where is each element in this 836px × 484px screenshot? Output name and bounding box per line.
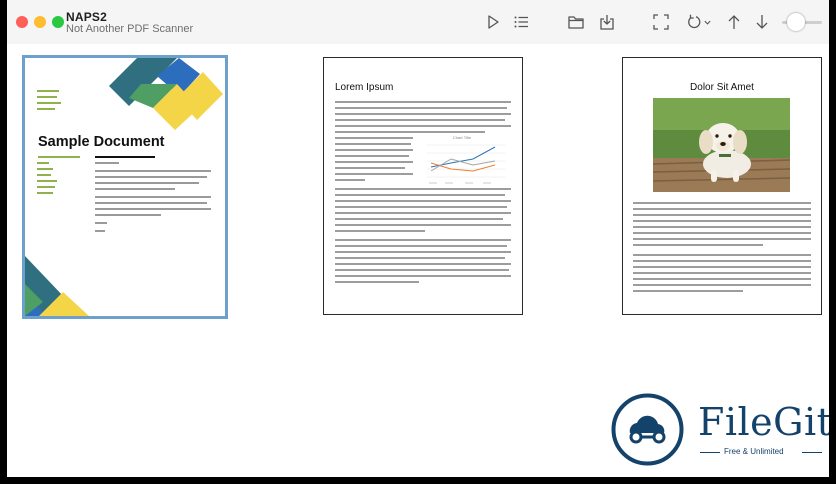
open-button[interactable] — [565, 11, 587, 33]
folder-icon — [568, 16, 584, 29]
watermark-name: FileGit — [698, 400, 829, 444]
filegit-watermark: FileGit Free & Unlimited — [610, 392, 829, 467]
page-2-chart-title: Chart Title — [453, 135, 472, 140]
import-button[interactable] — [596, 11, 618, 33]
watermark-tagline: Free & Unlimited — [724, 447, 784, 456]
crop-button[interactable] — [650, 11, 672, 33]
filegit-logo-icon — [611, 393, 684, 466]
play-icon — [488, 15, 499, 29]
chevron-down-icon — [703, 20, 711, 25]
puppy-photo — [653, 98, 790, 192]
app-subtitle: Not Another PDF Scanner — [66, 23, 194, 35]
zoom-slider-knob[interactable] — [787, 13, 805, 31]
download-tray-icon — [600, 15, 614, 30]
arrow-down-icon — [756, 15, 768, 29]
app-title: NAPS2 — [66, 10, 108, 24]
scan-button[interactable] — [482, 11, 504, 33]
page-1-title: Sample Document — [38, 134, 165, 150]
page-2-chart: Chart Title — [427, 135, 505, 184]
page-thumbnail-3[interactable]: Dolor Sit Amet — [622, 57, 822, 315]
list-icon — [514, 16, 528, 28]
page-2-title: Lorem Ipsum — [335, 82, 394, 93]
page-3-title: Dolor Sit Amet — [690, 82, 754, 93]
titlebar: NAPS2 Not Another PDF Scanner — [7, 0, 829, 44]
crop-icon — [653, 14, 669, 30]
rotate-menu-button[interactable] — [700, 11, 714, 33]
page-thumbnail-1[interactable]: Sample Document — [22, 55, 228, 319]
page-thumbnail-2[interactable]: Lorem Ipsum Chart Title — [323, 57, 523, 315]
move-up-button[interactable] — [723, 11, 745, 33]
arrow-up-icon — [728, 15, 740, 29]
app-window: NAPS2 Not Another PDF Scanner Sample Doc… — [7, 0, 829, 477]
close-window-button[interactable] — [16, 16, 28, 28]
profiles-button[interactable] — [510, 11, 532, 33]
zoom-window-button[interactable] — [52, 16, 64, 28]
move-down-button[interactable] — [751, 11, 773, 33]
minimize-window-button[interactable] — [34, 16, 46, 28]
